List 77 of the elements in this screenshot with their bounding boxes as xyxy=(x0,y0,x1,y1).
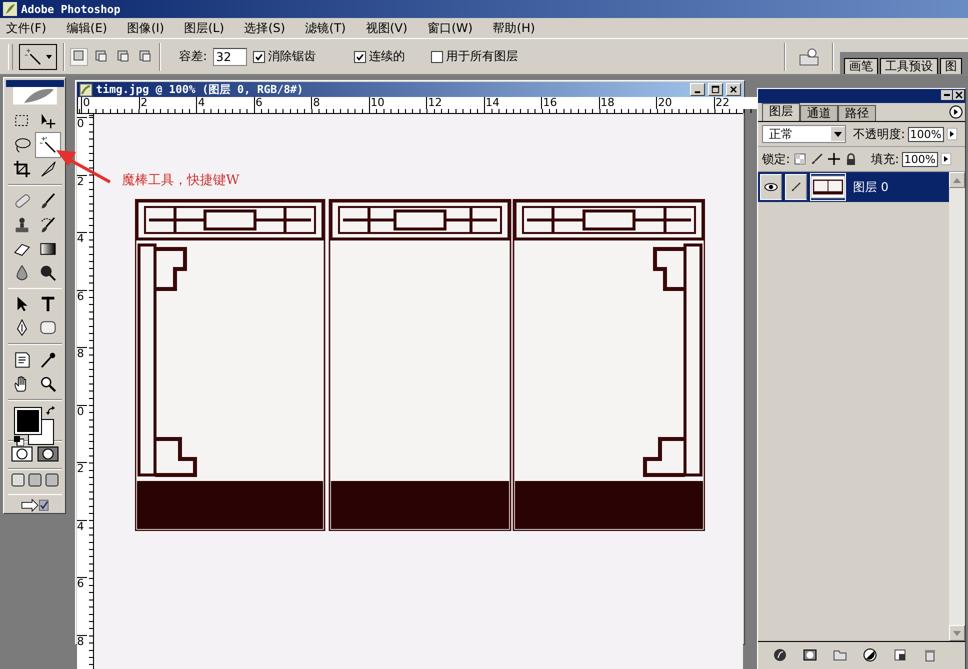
magic-wand-icon[interactable] xyxy=(36,132,60,157)
half-circle-icon[interactable] xyxy=(863,648,877,662)
menu-item[interactable]: 选择(S) xyxy=(244,20,286,36)
menu-item[interactable]: 图像(I) xyxy=(127,20,164,36)
layer-thumbnail xyxy=(810,173,846,201)
lock-label: 锁定: xyxy=(762,150,790,168)
scroll-down-button[interactable] xyxy=(949,625,965,641)
annotation-text: 魔棒工具，快捷键W xyxy=(122,172,240,189)
toolbox-title-bar xyxy=(6,80,64,88)
menu-item[interactable]: 图层(L) xyxy=(184,20,224,36)
menu-item[interactable]: 窗口(W) xyxy=(427,20,473,36)
close-button[interactable] xyxy=(953,90,964,100)
selection-mode-icon[interactable] xyxy=(115,48,131,64)
default-colors-icon[interactable] xyxy=(14,436,24,446)
layer-style-icon[interactable] xyxy=(773,648,787,662)
magic-wand-icon xyxy=(24,48,42,66)
scroll-up-button[interactable] xyxy=(949,172,965,188)
swap-arrow-icon[interactable] xyxy=(46,406,56,416)
panel-tab[interactable]: 路径 xyxy=(838,105,876,121)
triangle-right-icon[interactable] xyxy=(940,153,951,165)
down-arrow-icon xyxy=(953,630,961,636)
folder-icon[interactable] xyxy=(833,648,847,662)
new-layer-icon[interactable] xyxy=(893,648,907,662)
opacity-label: 不透明度: xyxy=(853,126,906,142)
checkbox[interactable] xyxy=(253,50,266,62)
panel-menu-icon[interactable] xyxy=(949,105,963,119)
layer-row[interactable]: 图层 0 xyxy=(758,172,949,202)
menu-item[interactable]: 文件(F) xyxy=(6,20,46,36)
checkbox[interactable] xyxy=(354,50,366,62)
menu-item[interactable]: 滤镜(T) xyxy=(305,20,346,36)
minimize-icon xyxy=(942,91,950,99)
menu-item[interactable]: 视图(V) xyxy=(366,20,408,36)
caret-icon xyxy=(834,132,842,136)
foreground-color-swatch[interactable] xyxy=(14,408,40,434)
blend-mode-dropdown[interactable]: 正常 xyxy=(762,125,846,143)
selection-mode-icon[interactable] xyxy=(93,48,109,64)
menu-item[interactable]: 编辑(E) xyxy=(66,20,108,36)
tolerance-field[interactable]: 32 xyxy=(213,48,248,66)
panel-tab[interactable]: 通道 xyxy=(800,105,838,121)
triangle-right-icon[interactable] xyxy=(946,128,956,140)
move-cross-icon[interactable] xyxy=(828,153,840,165)
caret-icon xyxy=(46,54,52,58)
window-title: Adobe Photoshop xyxy=(21,2,120,16)
brush-icon xyxy=(789,182,803,192)
palette-tab[interactable]: 画笔 xyxy=(844,58,878,74)
minimize-button[interactable] xyxy=(941,90,952,100)
fill-field[interactable]: 100% xyxy=(902,152,938,166)
brush-icon[interactable] xyxy=(811,153,824,165)
checkbox[interactable] xyxy=(431,50,444,62)
eye-icon[interactable] xyxy=(764,182,778,192)
menu-item[interactable]: 帮助(H) xyxy=(492,20,536,36)
maximize-icon xyxy=(711,85,720,94)
selection-mode-icon[interactable] xyxy=(71,48,87,64)
palette-tab[interactable]: 图 xyxy=(940,58,962,74)
lock-transparency-icon[interactable] xyxy=(794,153,806,165)
trash-icon[interactable] xyxy=(923,648,937,662)
tool-preset-picker[interactable] xyxy=(19,44,57,70)
maximize-button[interactable] xyxy=(708,83,723,96)
document-icon xyxy=(79,82,93,96)
mask-icon[interactable] xyxy=(803,648,817,662)
tolerance-label: 容差: xyxy=(179,48,208,65)
close-icon xyxy=(954,91,962,99)
checkbox-label: 连续的 xyxy=(369,48,406,65)
panel-tab[interactable]: 图层 xyxy=(762,103,800,121)
padlock-icon[interactable] xyxy=(845,153,858,165)
document-title: timg.jpg @ 100% (图层 0, RGB/8#) xyxy=(96,82,304,97)
minimize-button[interactable] xyxy=(690,83,705,96)
selection-mode-icon[interactable] xyxy=(137,48,153,64)
fill-label: 填充: xyxy=(871,150,900,168)
checkbox-label: 用于所有图层 xyxy=(446,48,518,65)
folder-magnifier-icon[interactable] xyxy=(798,46,820,66)
feather-logo-icon xyxy=(3,2,17,16)
close-icon xyxy=(729,85,738,94)
opacity-field[interactable]: 100% xyxy=(908,126,944,142)
palette-tab[interactable]: 工具预设 xyxy=(880,58,938,74)
up-arrow-icon xyxy=(953,178,961,182)
checkbox-label: 消除锯齿 xyxy=(268,48,316,65)
